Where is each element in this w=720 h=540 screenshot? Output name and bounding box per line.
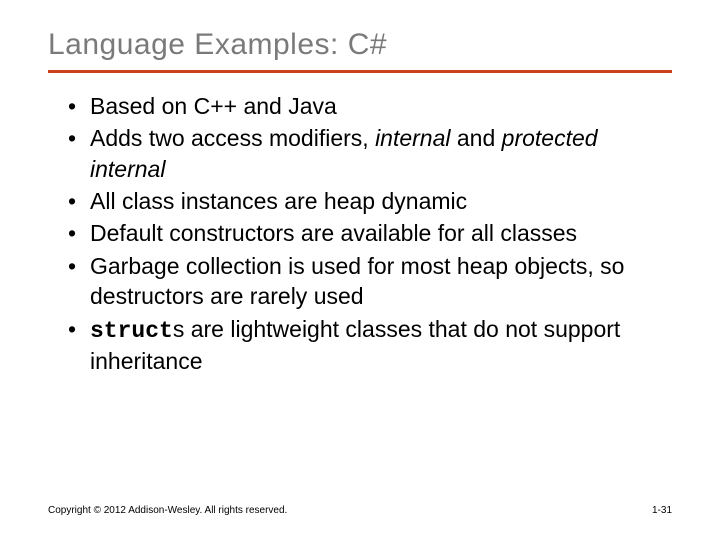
slide-footer: Copyright © 2012 Addison-Wesley. All rig…	[48, 505, 672, 516]
list-item: structs are lightweight classes that do …	[68, 314, 672, 377]
list-item: Adds two access modifiers, internal and …	[68, 123, 672, 184]
copyright-text: Copyright © 2012 Addison-Wesley. All rig…	[48, 505, 287, 516]
bullet-text: Based on C++ and Java	[90, 93, 337, 119]
bullet-text: Default constructors are available for a…	[90, 220, 577, 246]
list-item: Default constructors are available for a…	[68, 218, 672, 248]
bullet-list: Based on C++ and Java Adds two access mo…	[48, 91, 672, 376]
title-rule	[48, 70, 672, 73]
bullet-text: Adds two access modifiers,	[90, 125, 375, 151]
list-item: Based on C++ and Java	[68, 91, 672, 121]
code-term: struct	[90, 318, 173, 344]
list-item: Garbage collection is used for most heap…	[68, 251, 672, 312]
slide-title: Language Examples: C#	[48, 28, 672, 62]
bullet-text: Garbage collection is used for most heap…	[90, 253, 624, 309]
list-item: All class instances are heap dynamic	[68, 186, 672, 216]
bullet-text: and	[451, 125, 502, 151]
page-number: 1-31	[652, 505, 672, 516]
italic-term: internal	[375, 125, 450, 151]
bullet-text: All class instances are heap dynamic	[90, 188, 467, 214]
